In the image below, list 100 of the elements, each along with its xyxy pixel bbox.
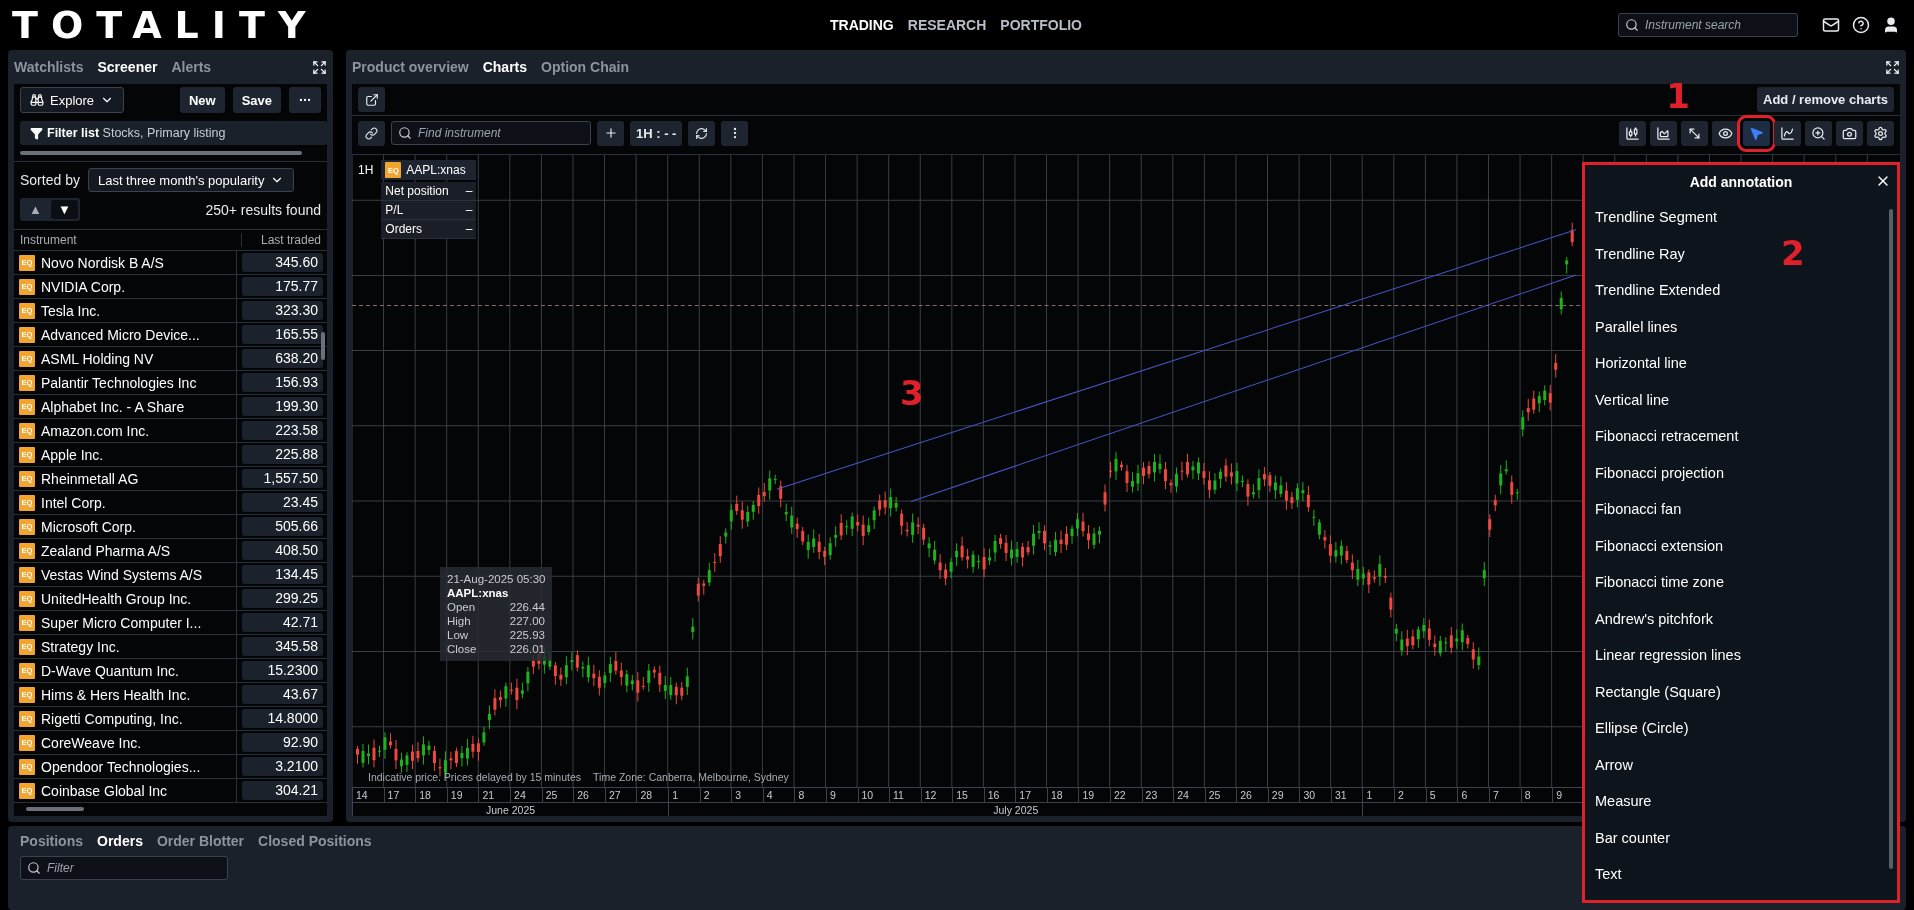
instrument-name[interactable]: Microsoft Corp. — [41, 518, 136, 535]
annotation-option[interactable]: Andrew's pitchfork — [1595, 600, 1713, 637]
link-button[interactable] — [358, 120, 385, 146]
instrument-name[interactable]: Hims & Hers Health Inc. — [41, 686, 191, 703]
panel-tab[interactable]: Screener — [97, 59, 158, 75]
annotation-option[interactable]: Trendline Extended — [1595, 272, 1721, 309]
annotation-option[interactable]: Trendline Ray — [1595, 235, 1685, 272]
callout-number: 3 — [900, 373, 924, 413]
chart-tool-button[interactable] — [1805, 120, 1832, 146]
screener-button[interactable]: Save — [232, 87, 281, 113]
last-traded-price: 92.90 — [242, 733, 323, 752]
panel-tab[interactable]: Alerts — [171, 59, 212, 75]
annotation-option[interactable]: Parallel lines — [1595, 308, 1678, 345]
instrument-name[interactable]: Amazon.com Inc. — [41, 422, 150, 439]
nav-link[interactable]: TRADING — [830, 17, 894, 33]
instrument-name[interactable]: CoreWeave Inc. — [41, 734, 142, 751]
annotation-option[interactable]: Fibonacci retracement — [1595, 418, 1739, 455]
annotation-option[interactable]: Ellipse (Circle) — [1595, 710, 1689, 747]
annotation-option[interactable]: Fibonacci time zone — [1595, 564, 1724, 601]
panel-tab[interactable]: Order Blotter — [156, 833, 245, 849]
annotation-option[interactable]: Text — [1595, 856, 1622, 893]
link-icon — [365, 126, 378, 140]
annotation-option[interactable]: Fibonacci extension — [1595, 527, 1724, 564]
chart-tool-button[interactable] — [1650, 120, 1677, 146]
user-icon[interactable] — [1882, 16, 1900, 34]
tooltip-value: 225.93 — [509, 629, 545, 641]
instrument-name[interactable]: ASML Holding NV — [41, 350, 154, 367]
explore-dropdown[interactable]: Explore — [20, 87, 125, 113]
chart-tool-button[interactable] — [1836, 120, 1863, 146]
instrument-name[interactable]: Super Micro Computer I... — [41, 614, 202, 631]
nav-link[interactable]: PORTFOLIO — [1000, 17, 1082, 33]
instrument-name[interactable]: Opendoor Technologies... — [41, 758, 201, 775]
diagonal-arrow-icon — [1687, 125, 1702, 141]
annotation-option[interactable]: Horizontal line — [1595, 345, 1687, 382]
sort-dropdown[interactable]: Last three month's popularity — [87, 168, 295, 192]
axis-day-label: 23 — [1141, 788, 1174, 802]
panel-tab[interactable]: Closed Positions — [258, 833, 372, 849]
instrument-name[interactable]: Intel Corp. — [41, 494, 106, 511]
filter-list-bar[interactable]: Filter list Stocks, Primary listing — [20, 121, 327, 145]
instrument-name[interactable]: Rheinmetall AG — [41, 470, 139, 487]
instrument-name[interactable]: Palantir Technologies Inc — [41, 374, 197, 391]
sort-direction-button[interactable]: ▲ — [22, 200, 49, 219]
annotation-option[interactable]: Measure — [1595, 783, 1652, 820]
nav-link[interactable]: RESEARCH — [907, 17, 987, 33]
panel-tab[interactable]: Watchlists — [14, 59, 84, 75]
instrument-name[interactable]: Coinbase Global Inc — [41, 782, 168, 799]
scrollbar[interactable] — [20, 151, 302, 155]
annotation-option[interactable]: Fibonacci fan — [1595, 491, 1682, 528]
instrument-name[interactable]: Advanced Micro Device... — [41, 326, 200, 343]
find-instrument-field[interactable]: Find instrument — [391, 121, 591, 145]
annotation-option[interactable]: Bar counter — [1595, 819, 1670, 856]
refresh-button[interactable] — [688, 120, 716, 146]
chart-tool-button[interactable] — [1867, 120, 1894, 146]
chart-tool-button[interactable] — [1712, 120, 1739, 146]
chart-tool-button[interactable] — [1774, 120, 1801, 146]
panel-tab[interactable]: Product overview — [352, 59, 469, 75]
panel-tab[interactable]: Positions — [20, 833, 83, 849]
expand-icon[interactable] — [1885, 59, 1900, 75]
instrument-name[interactable]: NVIDIA Corp. — [41, 278, 126, 295]
mail-icon[interactable] — [1822, 16, 1840, 34]
sort-direction-button[interactable]: ▼ — [51, 200, 78, 219]
chart-tool-button[interactable] — [1619, 120, 1646, 146]
pop-out-button[interactable] — [358, 87, 385, 112]
panel-tab[interactable]: Charts — [482, 59, 528, 75]
instrument-name[interactable]: Alphabet Inc. - A Share — [41, 398, 185, 415]
instrument-search-field[interactable]: Instrument search — [1618, 13, 1798, 37]
panel-tab[interactable]: Option Chain — [541, 59, 629, 75]
instrument-name[interactable]: Vestas Wind Systems A/S — [41, 566, 203, 583]
instrument-name[interactable]: Novo Nordisk B A/S — [41, 254, 164, 271]
callout-number: 1 — [1666, 76, 1690, 116]
logo[interactable]: TOTALITY — [12, 3, 830, 47]
scrollbar[interactable] — [321, 332, 325, 360]
last-traded-price: 1,557.50 — [242, 469, 323, 488]
instrument-name[interactable]: UnitedHealth Group Inc. — [41, 590, 192, 607]
instrument-name[interactable]: Apple Inc. — [41, 446, 104, 463]
annotation-option[interactable]: Fibonacci projection — [1595, 454, 1724, 491]
chart-tool-button[interactable] — [1681, 120, 1708, 146]
screener-button[interactable]: New — [179, 87, 225, 113]
instrument-name[interactable]: Rigetti Computing, Inc. — [41, 710, 183, 727]
interval-button[interactable]: 1H : - - — [630, 120, 683, 146]
last-traded-price: 223.58 — [242, 421, 323, 440]
add-remove-charts-button[interactable]: Add / remove charts — [1757, 87, 1894, 112]
axis-day-label: 24 — [510, 788, 542, 802]
annotation-option[interactable]: Arrow — [1595, 746, 1633, 783]
instrument-name[interactable]: Strategy Inc. — [41, 638, 120, 655]
expand-icon[interactable] — [312, 59, 327, 75]
axis-day-label: 2 — [1394, 788, 1426, 802]
scrollbar[interactable] — [26, 807, 84, 811]
annotation-option[interactable]: Vertical line — [1595, 381, 1670, 418]
scrollbar[interactable] — [1889, 209, 1893, 869]
instrument-name[interactable]: D-Wave Quantum Inc. — [41, 662, 179, 679]
annotation-option[interactable]: Linear regression lines — [1595, 637, 1741, 674]
add-button[interactable] — [597, 120, 624, 146]
instrument-name[interactable]: Tesla Inc. — [41, 302, 101, 319]
panel-tab[interactable]: Orders — [97, 833, 143, 849]
filter-field[interactable]: Filter — [20, 856, 228, 880]
instrument-name[interactable]: Zealand Pharma A/S — [41, 542, 171, 559]
annotation-option[interactable]: Rectangle (Square) — [1595, 673, 1721, 710]
annotation-option[interactable]: Trendline Segment — [1595, 199, 1717, 236]
help-icon[interactable] — [1852, 16, 1870, 34]
